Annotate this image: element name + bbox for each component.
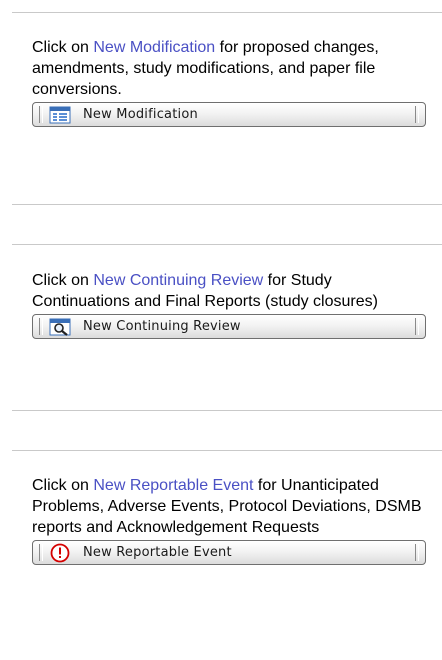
new-reportable-event-button-label: New Reportable Event bbox=[83, 545, 232, 560]
new-modification-description: Click on New Modification for proposed c… bbox=[32, 37, 432, 100]
new-continuing-review-button-label: New Continuing Review bbox=[83, 319, 241, 334]
new-reportable-event-description: Click on New Reportable Event for Unanti… bbox=[32, 475, 432, 538]
new-continuing-review-description: Click on New Continuing Review for Study… bbox=[32, 270, 432, 312]
form-icon bbox=[49, 105, 71, 125]
new-continuing-review-button[interactable]: New Continuing Review bbox=[32, 314, 426, 339]
new-modification-section: Click on New Modification for proposed c… bbox=[32, 37, 432, 127]
new-modification-link[interactable]: New Modification bbox=[93, 39, 215, 56]
new-modification-button-label: New Modification bbox=[83, 107, 198, 122]
magnifier-icon bbox=[49, 317, 71, 337]
new-reportable-event-section: Click on New Reportable Event for Unanti… bbox=[32, 475, 432, 565]
description-prefix: Click on bbox=[32, 39, 94, 56]
new-continuing-review-link[interactable]: New Continuing Review bbox=[93, 272, 263, 289]
alert-icon bbox=[49, 543, 71, 563]
new-reportable-event-link[interactable]: New Reportable Event bbox=[93, 477, 253, 494]
description-prefix: Click on bbox=[32, 272, 94, 289]
divider-1a bbox=[12, 204, 442, 205]
description-prefix: Click on bbox=[32, 477, 94, 494]
divider-2b bbox=[12, 450, 442, 451]
divider-2a bbox=[12, 410, 442, 411]
new-modification-button[interactable]: New Modification bbox=[32, 102, 426, 127]
divider-1b bbox=[12, 244, 442, 245]
new-continuing-review-section: Click on New Continuing Review for Study… bbox=[32, 270, 432, 339]
new-reportable-event-button[interactable]: New Reportable Event bbox=[32, 540, 426, 565]
divider-top bbox=[12, 12, 442, 13]
